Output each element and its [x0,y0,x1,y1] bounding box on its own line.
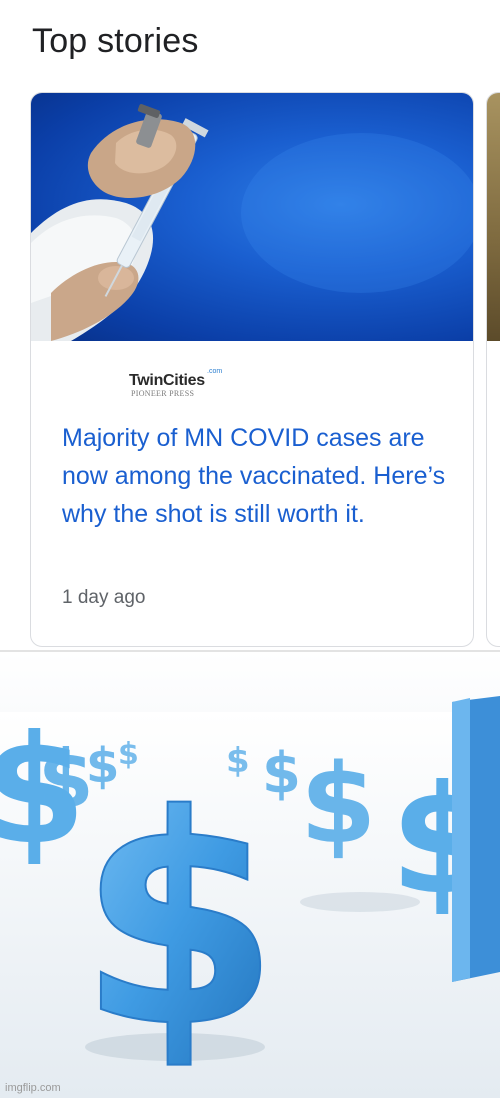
publisher-logo[interactable]: TwinCities .com PIONEER PRESS [129,368,229,400]
dollar-signs-illustration: $ $ $ $ $ $ $ $ $ [0,696,500,1098]
publisher-name-suffix: .com [207,368,223,375]
svg-text:$: $ [300,740,377,868]
top-stories-section: Top stories TwinCities .com PIONEER PRES… [0,0,500,650]
next-story-thumbnail [487,93,500,341]
story-thumbnail[interactable] [31,93,473,341]
meme-frame: Top stories TwinCities .com PIONEER PRES… [0,0,500,1098]
next-story-card-partial[interactable] [486,92,500,647]
watermark: imgflip.com [5,1082,61,1094]
story-card[interactable]: TwinCities .com PIONEER PRESS Majority o… [30,92,474,647]
dollar-signs-image: $ $ $ $ $ $ $ $ $ imgflip.com [0,652,500,1098]
vaccine-syringe-image [31,104,473,341]
story-headline-link[interactable]: Majority of MN COVID cases are now among… [62,419,462,533]
publisher-name: TwinCities [129,372,205,389]
story-timestamp: 1 day ago [62,587,146,608]
publisher-subtitle: PIONEER PRESS [131,389,195,398]
svg-text:$: $ [78,754,280,1091]
section-title: Top stories [32,22,199,60]
